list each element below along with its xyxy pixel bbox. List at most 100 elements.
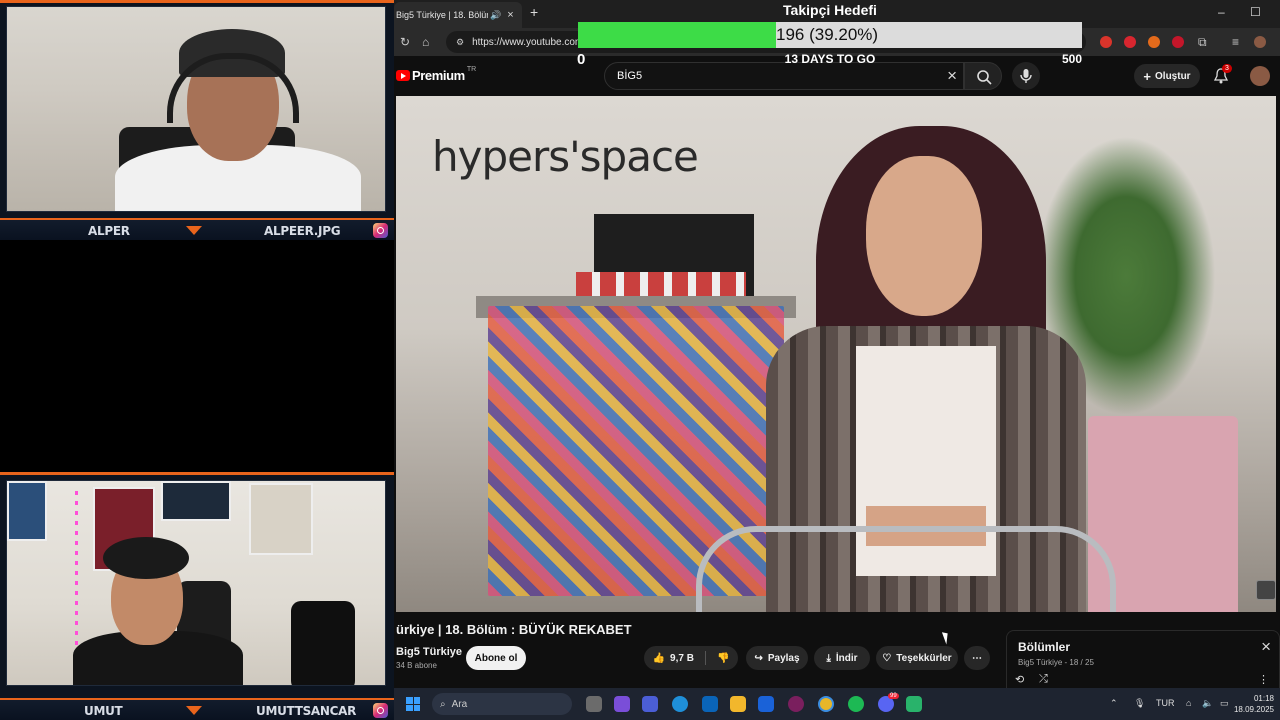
thumbs-up-icon[interactable]: 👍	[653, 653, 665, 664]
youtube-logo[interactable]: Premium TR	[396, 66, 476, 83]
tab-title: Big5 Türkiye | 18. Bölüm	[396, 10, 488, 20]
home-icon[interactable]: ⌂	[422, 35, 429, 49]
webcam-panel-bottom: UMUT UMUTTSANCAR	[0, 472, 394, 720]
goal-title: Takipçi Hedefi	[783, 2, 877, 18]
person-face	[866, 156, 982, 316]
share-button[interactable]: ↪ Paylaş	[746, 646, 808, 670]
download-label: İndir	[835, 652, 858, 664]
channel-name[interactable]: Big5 Türkiye	[396, 646, 462, 658]
logo-text: Premium	[412, 68, 465, 83]
streamer-name: ALPER	[88, 224, 130, 238]
url-text: https://www.youtube.com	[472, 36, 584, 48]
chair-frame	[696, 526, 1116, 612]
goal-progress-text: 196 (39.20%)	[776, 25, 879, 44]
plus-icon: +	[1143, 68, 1152, 84]
taskbar-search[interactable]: ⌕ Ara	[432, 693, 572, 715]
mic-tray-icon[interactable]: 🎙	[1134, 698, 1145, 709]
edge-icon[interactable]	[672, 696, 688, 712]
extensions-icon[interactable]: ⧉	[1198, 35, 1207, 50]
network-icon[interactable]: ⌂	[1186, 698, 1191, 708]
extension-icon[interactable]	[1172, 36, 1184, 48]
more-icon: ⋯	[972, 652, 982, 664]
playlist-panel: Bölümler Big5 Türkiye - 18 / 25 × ⟲ ⤮ ⋮	[1006, 630, 1280, 688]
clock-date: 18.09.2025	[1233, 705, 1274, 714]
hair	[103, 537, 189, 579]
spotify-icon[interactable]	[848, 696, 864, 712]
thanks-icon: ♡	[882, 652, 892, 664]
webcam-nameplate-top: ALPER ALPEER.JPG	[0, 218, 394, 240]
create-label: Oluştur	[1155, 70, 1191, 82]
language-indicator[interactable]: TUR	[1156, 698, 1175, 708]
system-clock[interactable]: 01:18 18.09.2025	[1234, 693, 1274, 715]
wall-poster	[7, 481, 47, 541]
miniplayer-icon[interactable]	[1256, 580, 1276, 600]
speaker	[291, 601, 355, 685]
tray-overflow-icon[interactable]: ⌃	[1110, 698, 1118, 709]
goal-max: 500	[1061, 52, 1082, 66]
empty-overlay-area	[0, 240, 394, 472]
more-actions-button[interactable]: ⋯	[964, 646, 990, 670]
mouse-cursor-icon	[941, 630, 952, 645]
instagram-icon	[373, 703, 388, 718]
volume-icon[interactable]: 🔈	[1202, 698, 1213, 709]
app-icon[interactable]	[906, 696, 922, 712]
extension-icon[interactable]	[1148, 36, 1160, 48]
playlist-title: Bölümler	[1018, 640, 1071, 654]
streamer-handle: ALPEER.JPG	[264, 224, 341, 238]
speaker-icon[interactable]: 🔊	[490, 10, 501, 21]
wall-poster	[249, 483, 313, 555]
follower-goal-widget: Takipçi Hedefi 196 (39.20%) 0 13 DAYS TO…	[577, 0, 1082, 70]
clock-time: 01:18	[1253, 694, 1274, 703]
loop-icon[interactable]: ⟲	[1015, 673, 1024, 686]
extension-icon[interactable]	[1124, 36, 1136, 48]
chrome-icon[interactable]	[818, 696, 834, 712]
profile-avatar[interactable]	[1254, 36, 1266, 48]
discord-badge: 99	[888, 693, 899, 699]
media-icon[interactable]	[788, 696, 804, 712]
site-info-icon[interactable]: ⚙	[456, 37, 464, 48]
like-count[interactable]: 9,7 B	[670, 653, 694, 664]
video-player[interactable]: hypers'space	[396, 96, 1276, 612]
tab-youtube[interactable]: Big5 Türkiye | 18. Bölüm 🔊 ×	[394, 2, 522, 28]
taskbar-search-placeholder: Ara	[451, 698, 468, 710]
wall-brand-text: hypers'space	[432, 132, 699, 181]
webcam-nameplate-bottom: UMUT UMUTTSANCAR	[0, 698, 394, 720]
task-view-icon[interactable]	[586, 696, 602, 712]
minimize-icon[interactable]: –	[1218, 5, 1225, 19]
new-tab-button[interactable]: +	[530, 4, 538, 20]
shuffle-icon[interactable]: ⤮	[1039, 673, 1048, 686]
search-icon: ⌕	[440, 698, 446, 710]
account-avatar[interactable]	[1250, 66, 1270, 86]
overlay-border	[0, 472, 394, 475]
outlook-icon[interactable]	[702, 696, 718, 712]
share-label: Paylaş	[767, 652, 800, 664]
subscriber-count: 34 B abone	[396, 661, 437, 670]
mail-icon[interactable]	[758, 696, 774, 712]
close-panel-icon[interactable]: ×	[1261, 637, 1271, 657]
reading-list-icon[interactable]: ≡	[1232, 35, 1239, 49]
extension-icon[interactable]	[1100, 36, 1112, 48]
share-icon: ↪	[754, 652, 763, 664]
like-dislike-group: 👍 9,7 B 👎	[644, 646, 738, 670]
subscribe-button[interactable]: Abone ol	[466, 646, 526, 670]
wall-poster	[161, 481, 231, 521]
windows-taskbar: ⌕ Ara 99 ⌃ 🎙 TUR ⌂ 🔈 ▭ 01:18 18.09.2025	[394, 688, 1280, 720]
maximize-icon[interactable]: ☐	[1250, 5, 1261, 19]
thanks-button[interactable]: ♡ Teşekkürler	[876, 646, 958, 670]
goal-progress-fill	[578, 22, 776, 48]
arrow-down-icon	[186, 226, 202, 235]
playlist-subtitle: Big5 Türkiye - 18 / 25	[1018, 658, 1094, 667]
download-button[interactable]: ⤓ İndir	[814, 646, 870, 670]
close-tab-icon[interactable]: ×	[507, 9, 513, 21]
battery-icon[interactable]: ▭	[1220, 698, 1229, 709]
teams-icon[interactable]	[642, 696, 658, 712]
more-vert-icon[interactable]: ⋮	[1258, 673, 1269, 686]
file-explorer-icon[interactable]	[730, 696, 746, 712]
windows-start-icon[interactable]	[406, 697, 420, 711]
copilot-icon[interactable]	[614, 696, 630, 712]
goal-days-left: 13 DAYS TO GO	[784, 52, 876, 66]
thumbs-down-icon[interactable]: 👎	[717, 653, 729, 664]
screen: ALPER ALPEER.JPG UMUT UMUTTSANCAR Big5 T…	[0, 0, 1280, 720]
create-button[interactable]: + Oluştur	[1134, 64, 1200, 88]
reload-icon[interactable]: ↻	[400, 35, 410, 49]
